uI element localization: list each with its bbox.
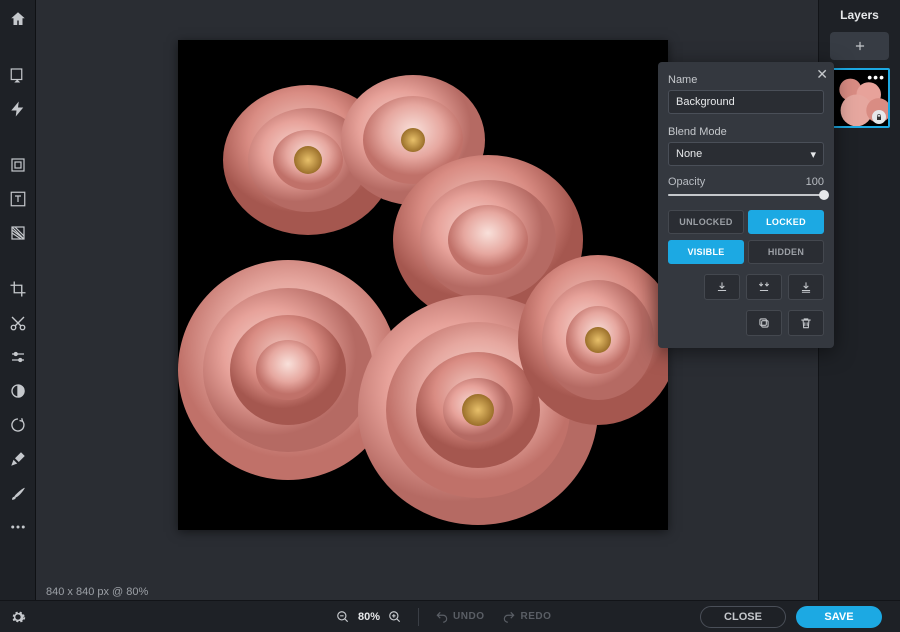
ai-tool-icon[interactable] <box>5 96 31 122</box>
close-button[interactable]: CLOSE <box>700 606 786 628</box>
zoom-out-button[interactable] <box>336 610 350 624</box>
more-tools-icon[interactable] <box>5 514 31 540</box>
zoom-controls: 80% <box>336 610 402 624</box>
layer-name-input[interactable] <box>668 90 824 114</box>
layers-panel-title: Layers <box>819 0 900 32</box>
frame-tool-icon[interactable] <box>5 152 31 178</box>
blend-field-label: Blend Mode <box>668 126 824 138</box>
zoom-percent: 80% <box>358 611 380 623</box>
flatten-button[interactable] <box>746 274 782 300</box>
blend-mode-select[interactable]: None ▾ <box>668 142 824 166</box>
retouch-tool-icon[interactable] <box>5 446 31 472</box>
add-layer-button[interactable] <box>830 32 889 60</box>
unlocked-toggle[interactable]: UNLOCKED <box>668 210 744 234</box>
zoom-in-button[interactable] <box>388 610 402 624</box>
left-toolbar <box>0 0 36 600</box>
chevron-down-icon: ▾ <box>810 148 816 161</box>
delete-layer-button[interactable] <box>788 310 824 336</box>
hidden-toggle[interactable]: HIDDEN <box>748 240 824 264</box>
lock-badge-icon <box>872 110 886 124</box>
redo-button[interactable]: REDO <box>502 610 551 624</box>
liquify-tool-icon[interactable] <box>5 412 31 438</box>
image-content <box>178 40 668 530</box>
texture-tool-icon[interactable] <box>5 220 31 246</box>
exposure-tool-icon[interactable] <box>5 378 31 404</box>
settings-button[interactable] <box>0 601 36 632</box>
send-back-button[interactable] <box>788 274 824 300</box>
visible-toggle[interactable]: VISIBLE <box>668 240 744 264</box>
layer-properties-popover: ✕ Name Blend Mode None ▾ Opacity 100 UNL… <box>658 62 834 348</box>
close-popover-button[interactable]: ✕ <box>816 66 828 83</box>
merge-down-button[interactable] <box>704 274 740 300</box>
text-tool-icon[interactable] <box>5 186 31 212</box>
canvas-image[interactable] <box>178 40 668 530</box>
home-icon[interactable] <box>5 6 31 32</box>
opacity-label: Opacity <box>668 176 705 188</box>
brush-tool-icon[interactable] <box>5 480 31 506</box>
cut-tool-icon[interactable] <box>5 310 31 336</box>
save-button[interactable]: SAVE <box>796 606 882 628</box>
duplicate-layer-button[interactable] <box>746 310 782 336</box>
history-controls: UNDO REDO <box>435 610 551 624</box>
layer-menu-icon[interactable]: ••• <box>867 69 885 85</box>
bottom-bar: 80% UNDO REDO CLOSE SAVE <box>0 600 900 632</box>
slider-handle[interactable] <box>819 190 829 200</box>
crop-tool-icon[interactable] <box>5 276 31 302</box>
opacity-slider[interactable] <box>668 194 824 196</box>
layer-thumbnail[interactable]: ••• <box>830 68 890 128</box>
name-field-label: Name <box>668 74 824 86</box>
opacity-value: 100 <box>806 176 824 188</box>
canvas-dimensions-label: 840 x 840 px @ 80% <box>46 586 148 598</box>
adjust-tool-icon[interactable] <box>5 344 31 370</box>
blend-mode-value: None <box>676 148 702 160</box>
arrange-tool-icon[interactable] <box>5 62 31 88</box>
locked-toggle[interactable]: LOCKED <box>748 210 824 234</box>
undo-button[interactable]: UNDO <box>435 610 484 624</box>
